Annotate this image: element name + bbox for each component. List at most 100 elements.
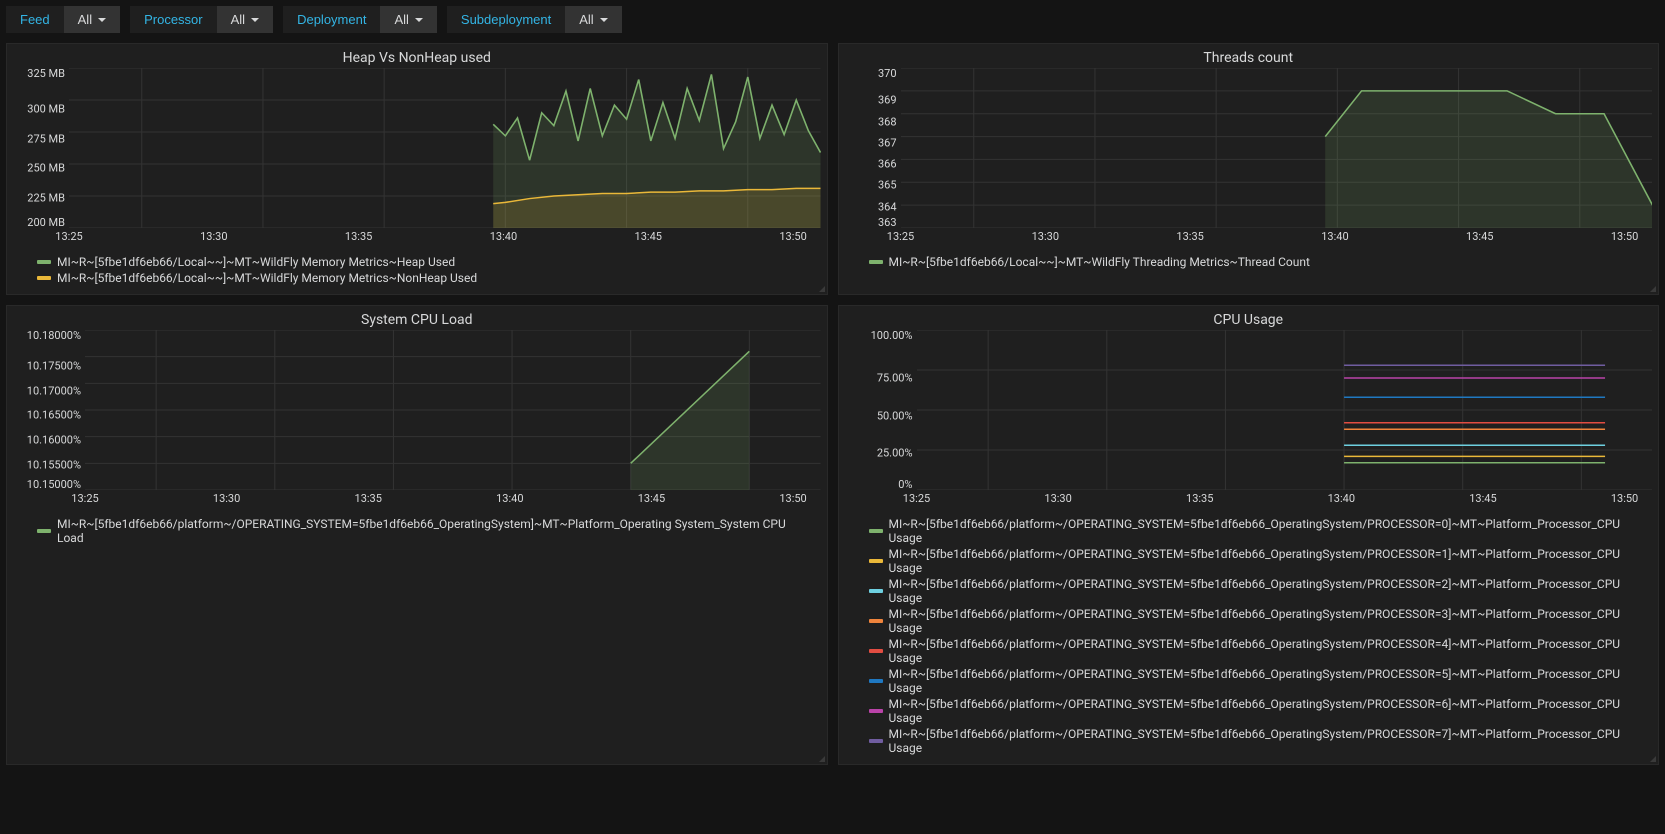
x-tick: 13:50 [779, 230, 806, 246]
legend-item[interactable]: MI~R~[5fbe1df6eb66/platform~/OPERATING_S… [869, 636, 1629, 666]
legend-label: MI~R~[5fbe1df6eb66/platform~/OPERATING_S… [889, 547, 1629, 575]
panel-sysload-title[interactable]: System CPU Load [7, 306, 827, 330]
legend-item[interactable]: MI~R~[5fbe1df6eb66/platform~/OPERATING_S… [869, 576, 1629, 606]
legend-item[interactable]: MI~R~[5fbe1df6eb66/Local~~]~MT~WildFly T… [869, 254, 1629, 270]
filter-subdeployment-select[interactable]: All [565, 6, 621, 33]
legend-label: MI~R~[5fbe1df6eb66/platform~/OPERATING_S… [889, 697, 1629, 725]
y-axis: 100.00%75.00%50.00%25.00%0% [839, 330, 917, 490]
y-tick: 75.00% [839, 373, 913, 384]
chart-plot[interactable] [917, 330, 1653, 490]
x-tick: 13:45 [1466, 230, 1493, 246]
y-tick: 250 MB [7, 163, 65, 174]
x-tick: 13:50 [1611, 492, 1638, 508]
chart-threads[interactable]: 370369368367366365364363 13:2513:3013:35… [839, 68, 1659, 246]
panel-threads-title[interactable]: Threads count [839, 44, 1659, 68]
legend-swatch [869, 529, 883, 533]
resize-handle-icon[interactable] [819, 756, 825, 762]
y-tick: 275 MB [7, 133, 65, 144]
chart-legend: MI~R~[5fbe1df6eb66/Local~~]~MT~WildFly M… [7, 246, 827, 294]
x-tick: 13:25 [887, 230, 914, 246]
x-tick: 13:35 [345, 230, 372, 246]
chevron-down-icon [251, 18, 259, 22]
y-tick: 368 [839, 116, 897, 127]
x-tick: 13:40 [496, 492, 523, 508]
y-tick: 10.18000% [7, 330, 81, 341]
chart-cpu[interactable]: 100.00%75.00%50.00%25.00%0% 13:2513:3013… [839, 330, 1659, 508]
y-tick: 366 [839, 159, 897, 170]
filter-deployment-label[interactable]: Deployment [283, 6, 380, 33]
legend-swatch [869, 619, 883, 623]
y-tick: 10.17000% [7, 385, 81, 396]
filter-processor-label[interactable]: Processor [130, 6, 217, 33]
y-tick: 10.17500% [7, 360, 81, 371]
legend-swatch [869, 559, 883, 563]
legend-item[interactable]: MI~R~[5fbe1df6eb66/platform~/OPERATING_S… [869, 666, 1629, 696]
legend-item[interactable]: MI~R~[5fbe1df6eb66/platform~/OPERATING_S… [37, 516, 797, 546]
legend-item[interactable]: MI~R~[5fbe1df6eb66/platform~/OPERATING_S… [869, 516, 1629, 546]
legend-swatch [37, 260, 51, 264]
legend-label: MI~R~[5fbe1df6eb66/platform~/OPERATING_S… [889, 667, 1629, 695]
x-tick: 13:35 [355, 492, 382, 508]
legend-swatch [869, 739, 883, 743]
resize-handle-icon[interactable] [1650, 286, 1656, 292]
filter-subdeployment-label[interactable]: Subdeployment [447, 6, 565, 33]
y-axis: 370369368367366365364363 [839, 68, 901, 228]
y-axis: 10.18000%10.17500%10.17000%10.16500%10.1… [7, 330, 85, 490]
x-axis: 13:2513:3013:3513:4013:4513:50 [69, 230, 821, 246]
panel-sysload: System CPU Load 10.18000% 10.17500% 10.170… [6, 305, 828, 765]
legend-label: MI~R~[5fbe1df6eb66/platform~/OPERATING_S… [889, 607, 1629, 635]
legend-swatch [869, 709, 883, 713]
x-tick: 13:40 [1321, 230, 1348, 246]
filter-deployment-value: All [394, 12, 408, 27]
y-tick: 370 [839, 68, 897, 79]
legend-swatch [869, 649, 883, 653]
chart-legend: MI~R~[5fbe1df6eb66/platform~/OPERATING_S… [839, 508, 1659, 764]
x-tick: 13:40 [490, 230, 517, 246]
legend-swatch [869, 260, 883, 264]
y-tick: 200 MB [7, 217, 65, 228]
panel-heap-title[interactable]: Heap Vs NonHeap used [7, 44, 827, 68]
panel-cpu: CPU Usage 100.00%75.00%50.00%25.00%0% 13… [838, 305, 1660, 765]
chart-plot[interactable] [69, 68, 821, 228]
panel-cpu-title[interactable]: CPU Usage [839, 306, 1659, 330]
resize-handle-icon[interactable] [819, 286, 825, 292]
legend-item[interactable]: MI~R~[5fbe1df6eb66/platform~/OPERATING_S… [869, 696, 1629, 726]
legend-label: MI~R~[5fbe1df6eb66/platform~/OPERATING_S… [57, 517, 797, 545]
legend-item[interactable]: MI~R~[5fbe1df6eb66/platform~/OPERATING_S… [869, 606, 1629, 636]
panel-heap: Heap Vs NonHeap used 325 MB300 MB275 MB2… [6, 43, 828, 295]
y-tick: 369 [839, 95, 897, 106]
x-tick: 13:50 [1611, 230, 1638, 246]
filter-feed-select[interactable]: All [64, 6, 120, 33]
x-tick: 13:50 [779, 492, 806, 508]
filter-feed-label[interactable]: Feed [6, 6, 64, 33]
chart-sysload[interactable]: 10.18000%10.17500%10.17000%10.16500%10.1… [7, 330, 827, 508]
legend-label: MI~R~[5fbe1df6eb66/Local~~]~MT~WildFly M… [57, 255, 455, 269]
chart-plot[interactable] [901, 68, 1653, 228]
x-tick: 13:30 [1032, 230, 1059, 246]
legend-item[interactable]: MI~R~[5fbe1df6eb66/platform~/OPERATING_S… [869, 726, 1629, 756]
x-tick: 13:35 [1186, 492, 1213, 508]
legend-item[interactable]: MI~R~[5fbe1df6eb66/Local~~]~MT~WildFly M… [37, 254, 797, 270]
y-tick: 10.16000% [7, 435, 81, 446]
legend-item[interactable]: MI~R~[5fbe1df6eb66/Local~~]~MT~WildFly M… [37, 270, 797, 286]
legend-swatch [37, 529, 51, 533]
resize-handle-icon[interactable] [1650, 756, 1656, 762]
filter-deployment-select[interactable]: All [380, 6, 436, 33]
y-tick: 225 MB [7, 193, 65, 204]
x-axis: 13:2513:3013:3513:4013:4513:50 [901, 230, 1653, 246]
filter-processor-select[interactable]: All [217, 6, 273, 33]
dashboard-grid: Heap Vs NonHeap used 325 MB300 MB275 MB2… [0, 43, 1665, 771]
chart-heap[interactable]: 325 MB300 MB275 MB250 MB225 MB200 MB 13:… [7, 68, 827, 246]
y-tick: 300 MB [7, 103, 65, 114]
legend-swatch [869, 679, 883, 683]
x-tick: 13:35 [1176, 230, 1203, 246]
y-tick: 0% [839, 479, 913, 490]
legend-swatch [37, 276, 51, 280]
legend-label: MI~R~[5fbe1df6eb66/platform~/OPERATING_S… [889, 637, 1629, 665]
chevron-down-icon [600, 18, 608, 22]
legend-label: MI~R~[5fbe1df6eb66/Local~~]~MT~WildFly T… [889, 255, 1310, 269]
chart-plot[interactable] [85, 330, 821, 490]
legend-item[interactable]: MI~R~[5fbe1df6eb66/platform~/OPERATING_S… [869, 546, 1629, 576]
panel-threads: Threads count 370369368367366365364363 1… [838, 43, 1660, 295]
filter-feed-value: All [78, 12, 92, 27]
